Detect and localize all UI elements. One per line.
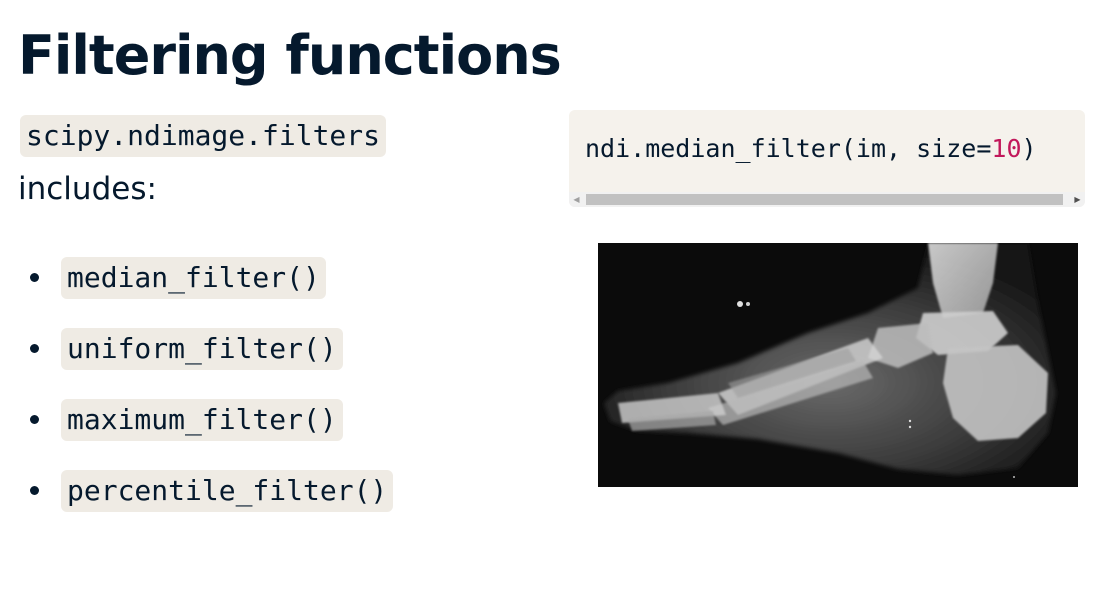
scroll-right-arrow-icon[interactable]: ▶ [1070,192,1085,207]
function-chip: median_filter() [61,257,326,299]
scroll-left-arrow-icon[interactable]: ◀ [569,192,584,207]
code-number-literal: 10 [991,134,1022,163]
slide-title: Filtering functions [18,24,562,87]
bullet-dot [30,486,39,495]
scrollbar-thumb[interactable] [586,194,1063,205]
code-prefix: ndi.median_filter(im, size= [585,134,992,163]
bullet-dot [30,344,39,353]
code-line: ndi.median_filter(im, size=10) [585,134,1037,163]
function-chip: uniform_filter() [61,328,343,370]
horizontal-scrollbar[interactable]: ◀ ▶ [569,192,1085,207]
bullet-dot [30,415,39,424]
function-chip: percentile_filter() [61,470,394,512]
code-suffix: ) [1021,134,1037,163]
slide: Filtering functions scipy.ndimage.filter… [0,0,1112,594]
foot-xray-image [598,243,1078,487]
foot-xray-drawing [598,243,1078,487]
code-block: ndi.median_filter(im, size=10) ◀ ▶ [569,110,1085,207]
module-name-chip: scipy.ndimage.filters [20,115,387,157]
bullet-dot [30,273,39,282]
intro-text: includes: [18,171,157,207]
function-chip: maximum_filter() [61,399,343,441]
